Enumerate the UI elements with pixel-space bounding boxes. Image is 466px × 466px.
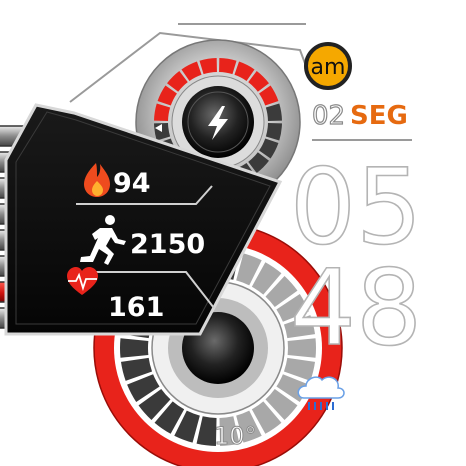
ampm-badge: am <box>304 42 352 90</box>
calories-value: 94 <box>113 168 151 199</box>
gauge-segment <box>120 338 149 358</box>
time-minute: 48 <box>290 247 422 369</box>
temperature-value: 10° <box>214 422 257 450</box>
ampm-label: am <box>311 55 346 80</box>
steps-value: 2150 <box>130 229 205 260</box>
date-weekday: SEG <box>350 101 408 131</box>
date-day: 02 <box>312 101 345 131</box>
heart-rate-value: 161 <box>108 292 164 323</box>
